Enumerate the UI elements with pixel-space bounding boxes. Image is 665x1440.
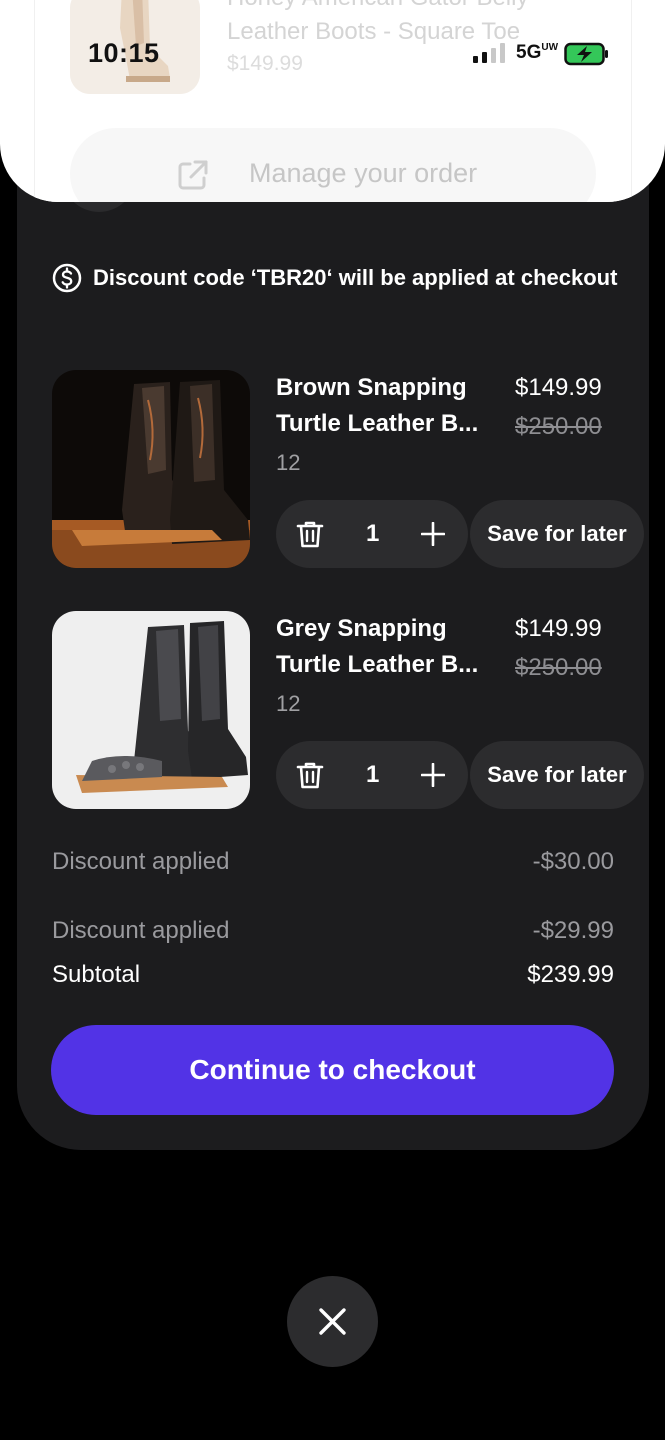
manage-order-label: Manage your order bbox=[249, 158, 478, 188]
subtotal-label: Subtotal bbox=[52, 961, 141, 988]
item-original-price: $250.00 bbox=[515, 413, 602, 440]
status-sheet: Honey American Gator Belly Leather Boots… bbox=[0, 0, 665, 202]
close-button[interactable] bbox=[287, 1276, 378, 1367]
battery-charging-icon bbox=[564, 42, 608, 66]
status-time: 10:15 bbox=[88, 38, 160, 68]
product-image-brown-boots[interactable] bbox=[52, 370, 250, 568]
signal-icon bbox=[473, 43, 505, 63]
subtotal-value: $239.99 bbox=[527, 961, 614, 988]
continue-to-checkout-button[interactable]: Continue to checkout bbox=[51, 1025, 614, 1115]
plus-icon[interactable] bbox=[421, 763, 445, 787]
quantity-stepper: 1 bbox=[276, 500, 468, 568]
item-name-line1[interactable]: Grey Snapping bbox=[276, 615, 447, 643]
item-name-line2[interactable]: Turtle Leather B... bbox=[276, 410, 478, 438]
cart-item: Brown Snapping Turtle Leather B... 12 $1… bbox=[52, 370, 652, 570]
trash-icon[interactable] bbox=[296, 519, 324, 549]
quantity-value: 1 bbox=[366, 520, 380, 547]
save-for-later-button[interactable]: Save for later bbox=[470, 500, 644, 568]
discount-label: Discount applied bbox=[52, 848, 230, 875]
item-size: 12 bbox=[276, 691, 301, 716]
order-title-line1: Honey American Gator Belly bbox=[227, 0, 528, 12]
save-for-later-button[interactable]: Save for later bbox=[470, 741, 644, 809]
external-link-icon bbox=[178, 160, 208, 190]
item-name-line2[interactable]: Turtle Leather B... bbox=[276, 651, 478, 679]
order-price: $149.99 bbox=[227, 52, 303, 75]
product-image-grey-boots[interactable] bbox=[52, 611, 250, 809]
trash-icon[interactable] bbox=[296, 760, 324, 790]
network-suffix: UW bbox=[541, 42, 559, 53]
network-type: 5GUW bbox=[516, 42, 559, 63]
discount-notice-text: Discount code ‘TBR20‘ will be applied at… bbox=[93, 265, 618, 290]
order-title-line2: Leather Boots - Square Toe bbox=[227, 18, 521, 45]
item-name-line1[interactable]: Brown Snapping bbox=[276, 374, 467, 402]
close-icon bbox=[319, 1308, 346, 1335]
quantity-value: 1 bbox=[366, 761, 380, 788]
discount-label: Discount applied bbox=[52, 917, 230, 944]
item-price: $149.99 bbox=[515, 615, 602, 642]
plus-icon[interactable] bbox=[421, 522, 445, 546]
discount-value: -$30.00 bbox=[532, 848, 614, 875]
item-size: 12 bbox=[276, 450, 301, 475]
item-original-price: $250.00 bbox=[515, 654, 602, 681]
discount-value: -$29.99 bbox=[532, 917, 614, 944]
cart-item: Grey Snapping Turtle Leather B... 12 $14… bbox=[52, 611, 652, 811]
item-price: $149.99 bbox=[515, 374, 602, 401]
quantity-stepper: 1 bbox=[276, 741, 468, 809]
dollar-circle-icon bbox=[52, 263, 82, 293]
